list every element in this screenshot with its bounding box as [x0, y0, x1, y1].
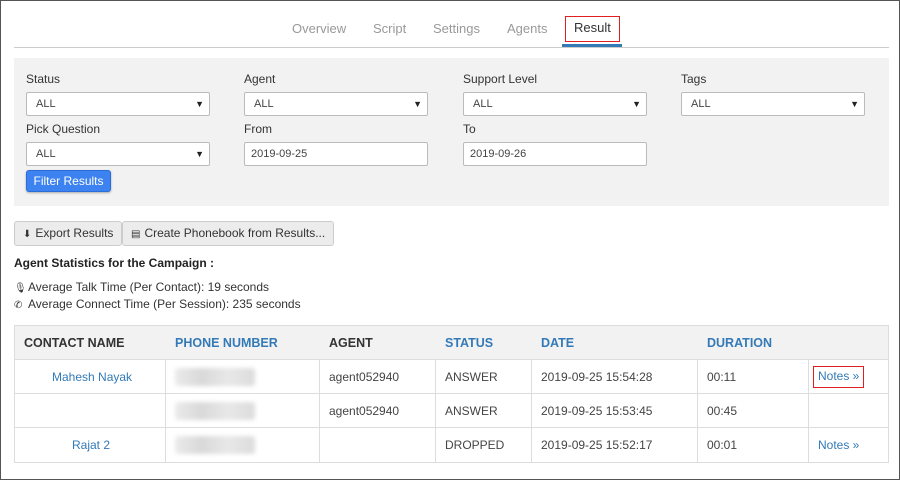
column-header-status[interactable]: STATUS	[445, 326, 493, 360]
pick-question-value: ALL	[36, 148, 56, 160]
agent-statistics-heading: Agent Statistics for the Campaign :	[14, 256, 215, 270]
table-header: CONTACT NAME PHONE NUMBER AGENT STATUS D…	[15, 326, 888, 360]
agent-label: Agent	[244, 72, 276, 86]
date-cell: 2019-09-25 15:54:28	[541, 370, 653, 384]
notes-link[interactable]: Notes »	[818, 428, 859, 462]
average-connect-time-text: Average Connect Time (Per Session): 235 …	[28, 297, 301, 311]
agent-cell: agent052940	[329, 370, 400, 384]
table-row: agent052940 ANSWER 2019-09-25 15:53:45 0…	[15, 394, 888, 428]
phone-icon: ✆	[14, 300, 23, 311]
duration-cell: 00:11	[707, 370, 737, 384]
microphone-icon: 🎙	[14, 283, 27, 294]
results-table: CONTACT NAME PHONE NUMBER AGENT STATUS D…	[14, 325, 889, 463]
tab-settings[interactable]: Settings	[433, 13, 480, 47]
notes-link[interactable]: Notes »	[813, 366, 865, 388]
duration-cell: 00:45	[707, 404, 738, 418]
from-label: From	[244, 122, 272, 136]
date-cell: 2019-09-25 15:52:17	[541, 438, 653, 452]
chevron-down-icon: ▼	[632, 99, 641, 109]
tab-agents[interactable]: Agents	[507, 13, 547, 47]
tags-label: Tags	[681, 72, 707, 86]
chevron-down-icon: ▼	[195, 99, 204, 109]
support-level-select[interactable]: ALL ▼	[463, 92, 647, 116]
table-row: Mahesh Nayak agent052940 ANSWER 2019-09-…	[15, 360, 888, 394]
phone-number-redacted	[175, 436, 255, 454]
app-frame: Overview Script Settings Agents Result S…	[0, 0, 900, 480]
agent-value: ALL	[254, 98, 274, 110]
duration-cell: 00:01	[707, 438, 738, 452]
tags-select[interactable]: ALL ▼	[681, 92, 865, 116]
tags-value: ALL	[691, 98, 711, 110]
chevron-down-icon: ▼	[195, 149, 204, 159]
average-connect-time: ✆ Average Connect Time (Per Session): 235…	[14, 297, 301, 311]
filter-panel: Status ALL ▼ Agent ALL ▼ Support Level A…	[14, 58, 889, 206]
export-results-button[interactable]: ⬇ Export Results	[14, 221, 123, 246]
to-label: To	[463, 122, 476, 136]
pick-question-select[interactable]: ALL ▼	[26, 142, 210, 166]
tab-overview[interactable]: Overview	[292, 13, 346, 47]
phone-number-redacted	[175, 402, 255, 420]
create-phonebook-button[interactable]: ▤ Create Phonebook from Results...	[122, 221, 335, 246]
create-phonebook-label: Create Phonebook from Results...	[144, 226, 326, 240]
agent-select[interactable]: ALL ▼	[244, 92, 428, 116]
column-header-phone-number[interactable]: PHONE NUMBER	[175, 326, 278, 360]
column-header-agent: AGENT	[329, 336, 373, 350]
contact-name-link[interactable]: Rajat 2	[72, 428, 110, 462]
export-results-label: Export Results	[35, 226, 114, 240]
table-row: Rajat 2 DROPPED 2019-09-25 15:52:17 00:0…	[15, 428, 888, 462]
column-header-date[interactable]: DATE	[541, 326, 574, 360]
pick-question-label: Pick Question	[26, 122, 101, 136]
filter-results-button[interactable]: Filter Results	[26, 170, 111, 192]
average-talk-time: 🎙Average Talk Time (Per Contact): 19 sec…	[14, 280, 269, 294]
tab-result[interactable]: Result	[565, 16, 620, 42]
active-tab-indicator	[562, 44, 622, 47]
contact-name-link[interactable]: Mahesh Nayak	[52, 360, 132, 394]
status-cell: ANSWER	[445, 404, 498, 418]
status-label: Status	[26, 72, 61, 86]
to-date-input[interactable]: 2019-09-26	[463, 142, 647, 166]
phone-number-redacted	[175, 368, 255, 386]
average-talk-time-text: Average Talk Time (Per Contact): 19 seco…	[28, 280, 270, 294]
tab-script[interactable]: Script	[373, 13, 406, 47]
chevron-down-icon: ▼	[413, 99, 422, 109]
column-header-duration[interactable]: DURATION	[707, 326, 772, 360]
agent-cell: agent052940	[329, 404, 400, 418]
status-cell: DROPPED	[445, 438, 505, 452]
support-level-value: ALL	[473, 98, 493, 110]
from-date-input[interactable]: 2019-09-25	[244, 142, 428, 166]
tab-bar: Overview Script Settings Agents Result	[14, 13, 889, 48]
date-cell: 2019-09-25 15:53:45	[541, 404, 653, 418]
column-header-contact-name: CONTACT NAME	[24, 336, 125, 350]
download-icon: ⬇	[23, 229, 32, 240]
chevron-down-icon: ▼	[850, 99, 859, 109]
status-value: ALL	[36, 98, 56, 110]
status-select[interactable]: ALL ▼	[26, 92, 210, 116]
status-cell: ANSWER	[445, 370, 498, 384]
support-level-label: Support Level	[463, 72, 538, 86]
book-icon: ▤	[131, 229, 141, 240]
